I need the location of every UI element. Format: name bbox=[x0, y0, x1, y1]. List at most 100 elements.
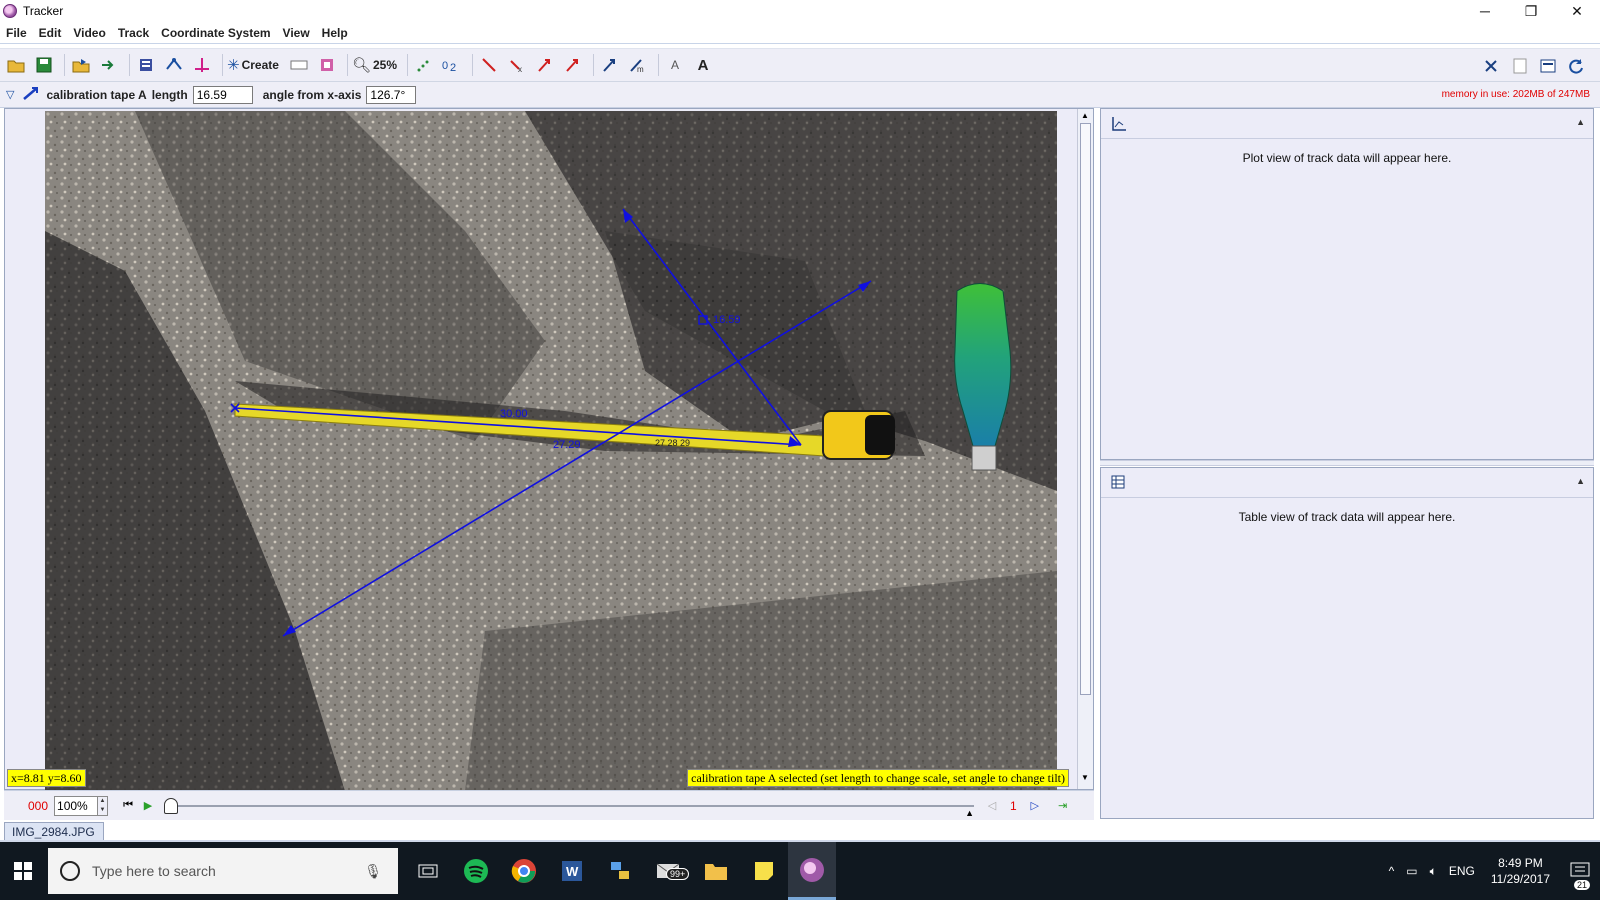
length-label: length bbox=[151, 87, 188, 102]
track-name[interactable]: calibration tape A bbox=[46, 88, 146, 102]
search-placeholder: Type here to search bbox=[92, 863, 216, 879]
center-of-mass-icon[interactable]: m bbox=[626, 53, 650, 77]
export-icon[interactable] bbox=[97, 53, 121, 77]
axes-icon[interactable] bbox=[190, 53, 214, 77]
slider-end-marker[interactable]: ▲ bbox=[965, 808, 974, 818]
slider-knob[interactable] bbox=[164, 797, 179, 814]
file-explorer-icon[interactable] bbox=[692, 842, 740, 900]
velocity-icon[interactable]: x bbox=[505, 53, 529, 77]
length-field[interactable]: 16.59 bbox=[192, 85, 253, 104]
position-icon[interactable] bbox=[477, 53, 501, 77]
save-icon[interactable] bbox=[32, 53, 56, 77]
show-hidden-icons-icon[interactable]: ^ bbox=[1389, 864, 1395, 878]
notes-icon[interactable] bbox=[1508, 54, 1532, 78]
short-tape-label: 16.59 bbox=[713, 314, 741, 326]
layout-icon[interactable] bbox=[1536, 54, 1560, 78]
collapse-table-icon[interactable]: ▲ bbox=[1576, 476, 1585, 486]
word-icon[interactable]: W bbox=[548, 842, 596, 900]
menu-edit[interactable]: Edit bbox=[33, 26, 68, 40]
network-app-icon[interactable] bbox=[596, 842, 644, 900]
tape-icon[interactable] bbox=[287, 53, 311, 77]
acceleration-icon[interactable] bbox=[533, 53, 557, 77]
svg-text:x: x bbox=[518, 65, 522, 73]
clock[interactable]: 8:49 PM 11/29/2017 bbox=[1491, 855, 1550, 887]
menu-coordinate-system[interactable]: Coordinate System bbox=[155, 26, 276, 40]
scroll-thumb[interactable] bbox=[1080, 123, 1091, 695]
video-frame[interactable]: 27 28 29 30.00 27.29 16.59 bbox=[45, 111, 1057, 791]
tracker-app-icon bbox=[3, 4, 17, 18]
angle-label: angle from x-axis bbox=[262, 87, 362, 102]
create-star-icon: ✳ bbox=[227, 57, 240, 74]
scroll-up-icon[interactable]: ▲ bbox=[1081, 111, 1089, 120]
file-tab[interactable]: IMG_2984.JPG bbox=[4, 822, 104, 842]
asphalt-photo[interactable]: 27 28 29 30.00 27.29 16.59 bbox=[45, 111, 1057, 791]
close-button[interactable]: ✕ bbox=[1554, 0, 1600, 22]
zoom-label: 25% bbox=[372, 58, 398, 72]
table-icon[interactable] bbox=[1111, 475, 1125, 492]
microphone-icon[interactable]: 🎙︎ bbox=[364, 863, 382, 880]
memory-indicator[interactable]: memory in use: 202MB of 247MB bbox=[1442, 89, 1590, 100]
menu-video[interactable]: Video bbox=[67, 26, 111, 40]
action-center-icon[interactable]: 21 bbox=[1560, 842, 1600, 900]
open-folder-icon[interactable] bbox=[4, 53, 28, 77]
tracker-taskbar-icon[interactable] bbox=[788, 842, 836, 900]
panel-divider[interactable] bbox=[1100, 460, 1594, 466]
menu-view[interactable]: View bbox=[277, 26, 316, 40]
frame-number[interactable]: 000 bbox=[28, 799, 48, 813]
play-icon[interactable]: ▶ bbox=[138, 796, 158, 816]
battery-icon[interactable]: ▭ bbox=[1406, 864, 1417, 878]
task-view-icon[interactable] bbox=[404, 842, 452, 900]
labels-icon[interactable]: 02 bbox=[440, 53, 464, 77]
toolbar-separator bbox=[129, 54, 130, 76]
maximize-button[interactable]: ❐ bbox=[1508, 0, 1554, 22]
menu-file[interactable]: File bbox=[0, 26, 33, 40]
video-vertical-scrollbar[interactable]: ▲ ▼ bbox=[1077, 109, 1093, 789]
track-menu-icon[interactable]: ▽ bbox=[6, 88, 14, 101]
reset-icon[interactable]: ⏮ bbox=[118, 796, 138, 816]
step-size[interactable]: 1 bbox=[1010, 799, 1017, 813]
open-video-icon[interactable] bbox=[69, 53, 93, 77]
slider-track bbox=[164, 804, 975, 807]
rate-field[interactable]: 100% bbox=[54, 795, 99, 816]
cortana-icon bbox=[60, 861, 80, 881]
collapse-plot-icon[interactable]: ▲ bbox=[1576, 117, 1585, 127]
taskbar-search[interactable]: Type here to search 🎙︎ bbox=[48, 848, 398, 894]
calibration-tools-icon[interactable] bbox=[162, 53, 186, 77]
create-button[interactable]: ✳ Create bbox=[227, 56, 279, 74]
step-forward-icon[interactable]: ▷ bbox=[1025, 796, 1045, 816]
menu-bar: File Edit Video Track Coordinate System … bbox=[0, 22, 1600, 44]
chrome-icon[interactable] bbox=[500, 842, 548, 900]
force-icon[interactable] bbox=[561, 53, 585, 77]
plot-icon[interactable] bbox=[1111, 116, 1127, 135]
menu-help[interactable]: Help bbox=[316, 26, 354, 40]
font-larger-icon[interactable]: A bbox=[691, 53, 715, 77]
angle-field[interactable]: 126.7° bbox=[366, 85, 417, 104]
menu-track[interactable]: Track bbox=[112, 26, 155, 40]
filter-icon[interactable] bbox=[315, 53, 339, 77]
volume-icon[interactable]: 🔈︎ bbox=[1430, 864, 1437, 879]
spotify-icon[interactable] bbox=[452, 842, 500, 900]
refresh-icon[interactable] bbox=[1564, 54, 1588, 78]
sticky-notes-icon[interactable] bbox=[740, 842, 788, 900]
font-smaller-icon[interactable]: A bbox=[663, 53, 687, 77]
clip-settings-icon[interactable] bbox=[134, 53, 158, 77]
vector-sum-icon[interactable] bbox=[598, 53, 622, 77]
rate-spinner[interactable]: ▲ ▼ bbox=[98, 795, 109, 816]
track-bar: ▽ calibration tape A length 16.59 angle … bbox=[0, 82, 1600, 108]
mail-icon[interactable]: 99+ bbox=[644, 842, 692, 900]
minimize-button[interactable]: ─ bbox=[1462, 0, 1508, 22]
svg-text:W: W bbox=[566, 864, 579, 879]
language-indicator[interactable]: ENG bbox=[1449, 864, 1475, 878]
player-bar: 000 100% ▲ ▼ ⏮ ▶ ▲ ◁ 1 ▷ ⇥ bbox=[4, 790, 1094, 820]
windows-start-icon[interactable] bbox=[0, 842, 46, 900]
tape-label-bottom: 27.29 bbox=[553, 439, 581, 451]
frame-slider[interactable]: ▲ bbox=[164, 796, 975, 818]
zoom-button[interactable]: 🔍︎ 25% bbox=[352, 56, 397, 74]
step-back-icon[interactable]: ◁ bbox=[982, 796, 1002, 816]
main-toolbar: ✳ Create 🔍︎ 25% 02 x m A A bbox=[0, 48, 1600, 82]
loop-icon[interactable]: ⇥ bbox=[1053, 796, 1073, 816]
tape-measure-icon bbox=[22, 85, 40, 104]
scroll-down-icon[interactable]: ▼ bbox=[1081, 773, 1089, 782]
autotracker-icon[interactable] bbox=[1480, 54, 1504, 78]
trail-icon[interactable] bbox=[412, 53, 436, 77]
